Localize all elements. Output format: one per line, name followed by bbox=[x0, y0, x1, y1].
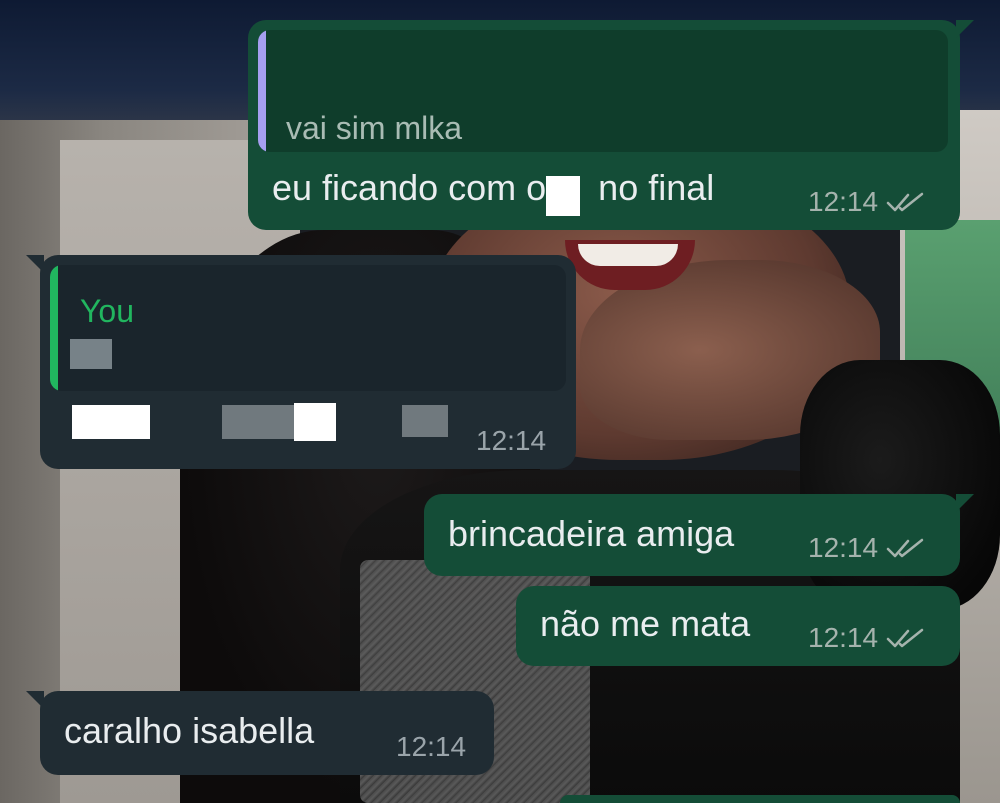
chat-thread: vai sim mlka eu ficando com o no final 12… bbox=[0, 0, 1000, 803]
message-bubble-outgoing[interactable] bbox=[560, 795, 960, 803]
message-text: não me mata bbox=[540, 603, 751, 644]
message-text: eu ficando com o no final bbox=[272, 168, 714, 216]
bubble-tail bbox=[956, 20, 974, 38]
quoted-message[interactable]: vai sim mlka bbox=[258, 30, 948, 152]
message-time: 12:14 bbox=[808, 622, 879, 653]
message-meta: 12:14 bbox=[808, 186, 926, 218]
message-meta: 12:14 bbox=[396, 731, 466, 763]
quote-bar bbox=[50, 265, 58, 391]
message-text-end: no final bbox=[598, 167, 715, 208]
bubble-tail bbox=[956, 494, 974, 512]
message-bubble-outgoing[interactable]: brincadeira amiga 12:14 bbox=[424, 494, 974, 576]
double-check-icon bbox=[886, 192, 924, 212]
quoted-text: vai sim mlka bbox=[286, 110, 463, 146]
quote-author: You bbox=[80, 293, 134, 329]
message-text: brincadeira amiga bbox=[448, 513, 735, 554]
message-text: caralho isabella bbox=[64, 710, 315, 751]
message-time: 12:14 bbox=[808, 532, 879, 563]
message-bubble-incoming[interactable]: caralho isabella 12:14 bbox=[26, 691, 494, 775]
message-time: 12:14 bbox=[396, 731, 467, 762]
message-bubble-outgoing[interactable]: não me mata 12:14 bbox=[516, 586, 960, 666]
redacted-text bbox=[546, 176, 581, 216]
redacted-text bbox=[72, 405, 150, 439]
redacted-text bbox=[402, 405, 448, 437]
bubble-tail bbox=[26, 255, 44, 273]
message-time: 12:14 bbox=[476, 425, 547, 456]
redacted-text bbox=[294, 403, 336, 441]
message-bubble-outgoing[interactable]: vai sim mlka eu ficando com o no final 12… bbox=[248, 20, 974, 230]
message-bubble-incoming[interactable]: You 12:14 bbox=[26, 255, 576, 469]
quote-bar bbox=[258, 30, 266, 152]
message-text-start: eu ficando com o bbox=[272, 167, 547, 208]
double-check-icon bbox=[886, 628, 924, 648]
message-meta: 12:14 bbox=[808, 622, 926, 654]
redacted-text bbox=[70, 339, 112, 369]
message-time: 12:14 bbox=[808, 186, 879, 217]
quoted-message[interactable]: You bbox=[50, 265, 566, 391]
bubble-tail bbox=[26, 691, 44, 709]
message-meta: 12:14 bbox=[808, 532, 926, 564]
double-check-icon bbox=[886, 538, 924, 558]
message-meta: 12:14 bbox=[476, 425, 546, 457]
